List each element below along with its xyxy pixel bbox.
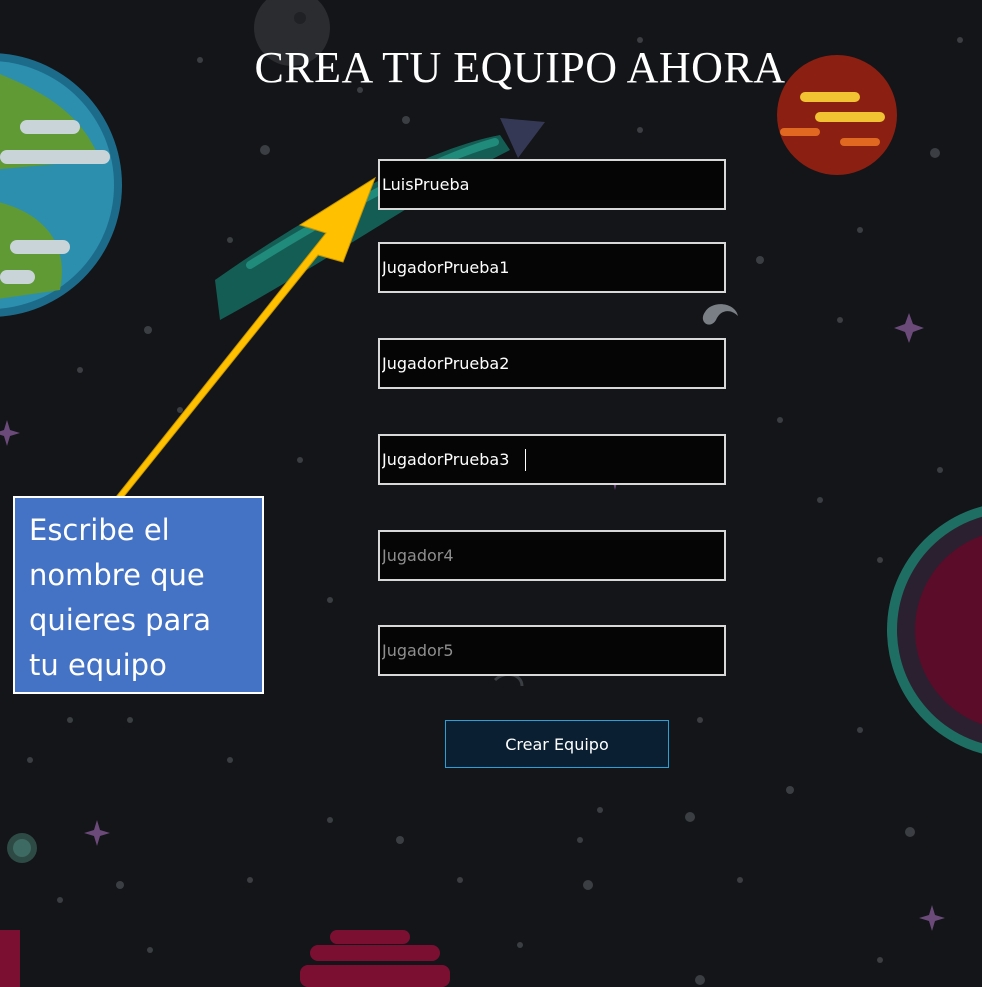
text-caret: [525, 449, 526, 471]
ringed-planet-icon: [887, 506, 982, 754]
earth-planet-icon: [0, 53, 122, 317]
create-team-button[interactable]: Crear Equipo: [445, 720, 669, 768]
bottom-red-planet-icon: [0, 930, 450, 987]
page-title: CREA TU EQUIPO AHORA: [254, 43, 786, 92]
player2-input[interactable]: [378, 338, 726, 389]
player1-input[interactable]: [378, 242, 726, 293]
player5-input[interactable]: [378, 625, 726, 676]
space-background: [0, 0, 982, 987]
team-name-input[interactable]: [378, 159, 726, 210]
annotation-callout: Escribe el nombre que quieres para tu eq…: [13, 496, 264, 694]
player4-input[interactable]: [378, 530, 726, 581]
player3-input[interactable]: [378, 434, 726, 485]
